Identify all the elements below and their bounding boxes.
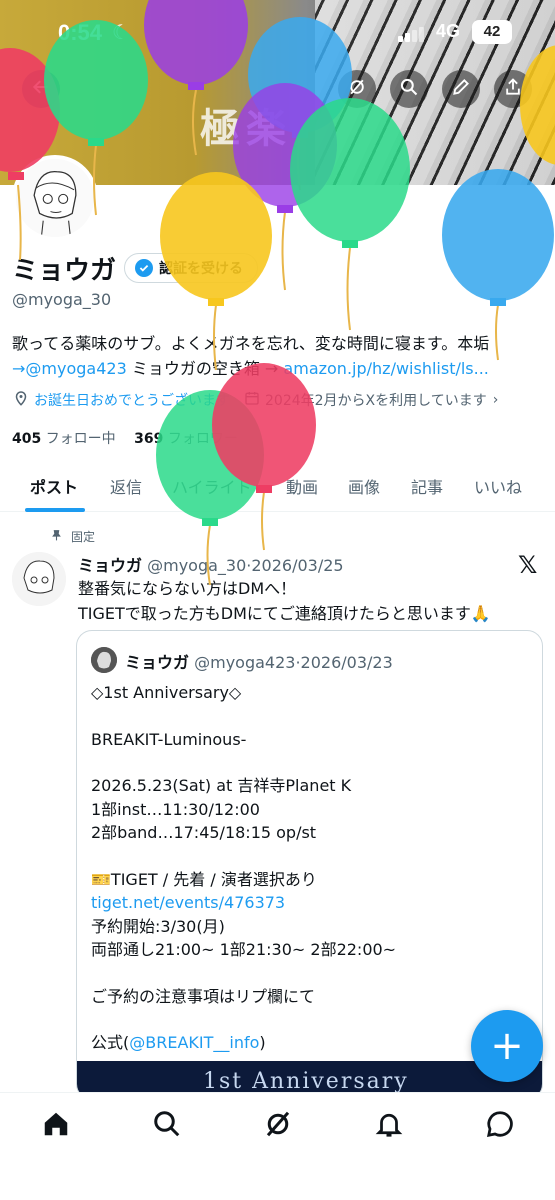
post-date[interactable]: 2026/03/25: [251, 556, 343, 575]
get-verified-button[interactable]: 認証を受ける: [124, 253, 258, 283]
share-button[interactable]: [494, 70, 532, 108]
edit-button[interactable]: [442, 70, 480, 108]
signal-icon: [398, 26, 426, 42]
nav-home[interactable]: [41, 1109, 71, 1139]
profile-meta: お誕生日おめでとうございます 2024年2月からXを利用しています ›: [12, 389, 498, 411]
post-header: ミョウガ @myoga_30·2026/03/25: [78, 556, 344, 575]
follow-stats: 405 フォロー中 369 フォロワー: [12, 428, 238, 448]
active-tab-indicator: [25, 508, 85, 512]
grok-icon: [263, 1111, 293, 1143]
quote-body: ◇1st Anniversary◇ BREAKIT-Luminous- 2026.5…: [91, 683, 397, 1052]
joined-date: 2024年2月からXを利用しています: [265, 393, 487, 409]
bottom-navigation: [0, 1092, 555, 1200]
profile-display-name: ミョウガ: [12, 256, 117, 286]
quote-date: 2026/03/23: [300, 653, 393, 672]
profile-handle: @myoga_30: [12, 290, 112, 309]
share-icon: [503, 77, 523, 101]
bio-wishlist-link[interactable]: amazon.jp/hz/wishlist/ls...: [283, 359, 488, 378]
tab-images[interactable]: 画像: [348, 474, 380, 498]
bio-text: ミョウガの空き箱 →: [126, 359, 284, 378]
get-verified-label: 認証を受ける: [159, 261, 243, 277]
notifications-icon: [374, 1113, 404, 1143]
messages-icon: [485, 1111, 515, 1143]
following-link[interactable]: 405 フォロー中: [12, 431, 116, 447]
compose-post-button[interactable]: +: [471, 1010, 543, 1082]
back-arrow-icon: [31, 77, 51, 101]
plus-icon: +: [490, 1023, 524, 1069]
home-icon: [41, 1112, 71, 1143]
quote-image-text: 1st Anniversary: [203, 1069, 409, 1094]
quote-header: ミョウガ @myoga423·2026/03/23: [125, 653, 393, 672]
nav-notifications[interactable]: [374, 1109, 404, 1139]
quoted-post[interactable]: ミョウガ @myoga423·2026/03/23 ◇1st Anniversa…: [76, 630, 543, 1100]
post-author-avatar[interactable]: [12, 552, 66, 606]
profile-avatar[interactable]: [12, 155, 98, 241]
search-button[interactable]: [390, 70, 428, 108]
x-logo-icon: 𝕏: [518, 551, 538, 579]
tab-replies[interactable]: 返信: [110, 474, 142, 498]
chevron-right-icon[interactable]: ›: [493, 392, 499, 408]
followers-link[interactable]: 369 フォロワー: [134, 431, 238, 447]
verified-badge-icon: [135, 259, 153, 277]
quote-author-name: ミョウガ: [125, 653, 190, 672]
banner-text: 極楽: [200, 105, 292, 152]
nav-grok[interactable]: [263, 1109, 293, 1139]
bio-arrow: →: [12, 359, 26, 378]
nav-messages[interactable]: [485, 1109, 515, 1139]
profile-bio: 歌ってる薬味のサブ。よくメガネを忘れ、変な時間に寝ます。本垢 →@myoga42…: [12, 331, 542, 381]
status-bar: 0:54 ☾ 4G 42: [0, 18, 555, 48]
battery-icon: 42: [472, 20, 512, 44]
moon-icon: ☾: [112, 20, 130, 44]
grok-icon: [347, 77, 367, 101]
calendar-icon: [244, 390, 260, 410]
quote-author-handle: @myoga423: [194, 653, 296, 672]
quote-author-avatar: [91, 647, 117, 673]
tab-posts[interactable]: ポスト: [30, 474, 78, 498]
tab-highlights[interactable]: ハイライト: [172, 474, 252, 498]
pinned-label: 固定: [50, 528, 95, 545]
search-icon: [399, 77, 419, 101]
pin-icon: [50, 529, 63, 545]
tab-likes[interactable]: いいね: [474, 474, 522, 498]
post-author-handle[interactable]: @myoga_30: [147, 556, 246, 575]
network-label: 4G: [436, 21, 461, 41]
bio-line-1: 歌ってる薬味のサブ。よくメガネを忘れ、変な時間に寝ます。本垢: [12, 334, 490, 353]
grok-button[interactable]: [338, 70, 376, 108]
tab-videos[interactable]: 動画: [286, 474, 318, 498]
location-pin-icon: [12, 389, 30, 411]
tiget-link[interactable]: tiget.net/events/476373: [91, 891, 396, 915]
birthday-link[interactable]: お誕生日おめでとうございます: [34, 390, 230, 410]
status-time: 0:54: [58, 20, 103, 45]
back-button[interactable]: [22, 70, 60, 108]
bio-mention-link[interactable]: @myoga423: [25, 359, 126, 378]
search-icon: [152, 1111, 182, 1143]
profile-tabs: ポスト 返信 ハイライト 動画 画像 記事 いいね: [0, 460, 555, 512]
post-author-name[interactable]: ミョウガ: [78, 556, 142, 575]
breakit-mention-link[interactable]: @BREAKIT__info: [129, 1033, 259, 1052]
nav-search[interactable]: [152, 1109, 182, 1139]
edit-icon: [451, 77, 471, 101]
tab-articles[interactable]: 記事: [411, 474, 443, 498]
post-text: 整番気にならない方はDMへ！ TIGETで取った方もDMにてご連絡頂けたらと思い…: [78, 579, 491, 623]
